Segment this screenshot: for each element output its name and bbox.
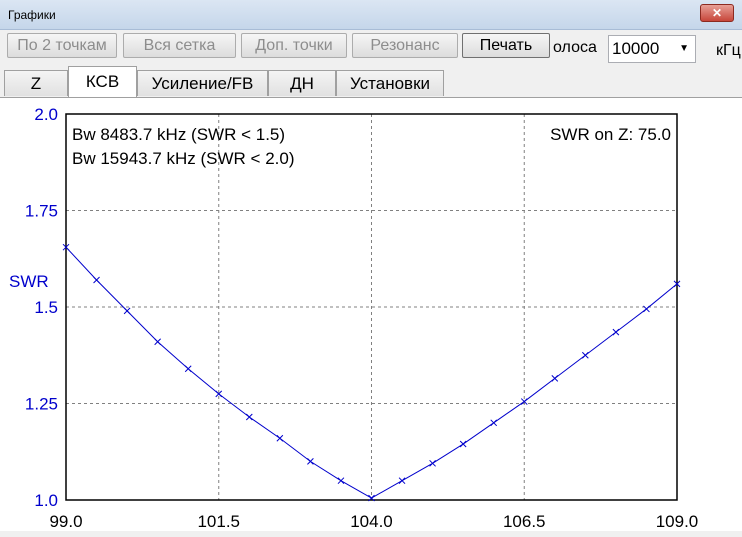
band-label: олоса	[553, 39, 597, 56]
band-select-value: 10000	[612, 39, 660, 58]
tab-z[interactable]: Z	[4, 70, 68, 96]
two-points-button[interactable]: По 2 точкам	[7, 33, 117, 58]
chevron-down-icon: ▼	[679, 43, 689, 54]
x-tick-label: 109.0	[656, 512, 699, 531]
swr-data-point	[398, 477, 406, 485]
swr-data-point	[459, 440, 467, 448]
x-tick-label: 101.5	[197, 512, 240, 531]
full-grid-button[interactable]: Вся сетка	[123, 33, 236, 58]
y-tick-label: 1.75	[25, 202, 58, 221]
swr-chart: 1.0 1.25 1.5 1.75 2.0 99.0 101.5 104.0 106.5 109.…	[9, 105, 699, 531]
bandwidth-annotation-2: Bw 15943.7 kHz (SWR < 2.0)	[72, 149, 295, 168]
tab-gain-fb[interactable]: Усиление/FB	[137, 70, 268, 96]
y-tick-label: 2.0	[34, 105, 58, 124]
swr-data-point	[307, 458, 314, 465]
tab-swr[interactable]: КСВ	[68, 66, 137, 97]
swr-data-point	[643, 305, 650, 313]
unit-label: кГц	[716, 42, 741, 59]
tab-settings[interactable]: Установки	[336, 70, 444, 96]
swr-data-point	[581, 351, 589, 359]
swr-data-point	[490, 419, 498, 427]
swr-data-point	[123, 307, 131, 315]
swr-on-z-annotation: SWR on Z: 75.0	[550, 125, 671, 144]
swr-data-point	[612, 328, 620, 336]
tab-pattern[interactable]: ДН	[268, 70, 336, 96]
resonance-button[interactable]: Резонанс	[352, 33, 458, 58]
tab-bar: Z КСВ Усиление/FB ДН Установки	[0, 66, 742, 98]
x-tick-label: 99.0	[49, 512, 82, 531]
swr-data-point	[245, 413, 253, 421]
swr-data-point	[337, 477, 345, 485]
swr-data-point	[154, 338, 162, 346]
window-title: Графики	[8, 8, 56, 22]
print-button[interactable]: Печать	[462, 33, 550, 58]
extra-points-button[interactable]: Доп. точки	[241, 33, 347, 58]
y-tick-label: 1.0	[34, 491, 58, 510]
bandwidth-annotation-1: Bw 8483.7 kHz (SWR < 1.5)	[72, 125, 285, 144]
band-select[interactable]: 10000 ▼	[608, 35, 696, 63]
y-tick-label: 1.5	[34, 298, 58, 317]
title-bar: Графики ✕	[0, 0, 742, 30]
x-tick-label: 106.5	[503, 512, 546, 531]
swr-data-point	[276, 434, 284, 442]
y-axis-label: SWR	[9, 272, 49, 291]
close-button[interactable]: ✕	[700, 4, 734, 22]
x-tick-label: 104.0	[350, 512, 393, 531]
swr-data-point	[93, 276, 100, 284]
swr-data-point	[184, 365, 192, 373]
swr-data-point	[551, 375, 559, 382]
swr-chart-panel: 1.0 1.25 1.5 1.75 2.0 99.0 101.5 104.0 106.5 109.…	[0, 97, 742, 531]
swr-data-point	[429, 459, 436, 467]
y-tick-label: 1.25	[25, 395, 58, 414]
